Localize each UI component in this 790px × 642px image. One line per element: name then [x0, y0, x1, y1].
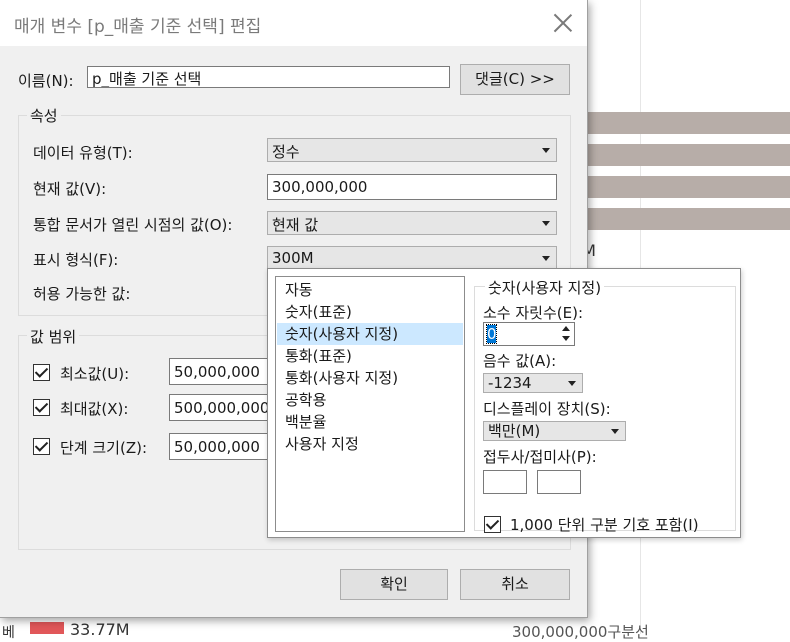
ok-button[interactable]: 확인	[340, 569, 448, 600]
min-label: 최소값(U):	[60, 365, 130, 383]
chevron-down-icon	[568, 381, 576, 386]
display-format-value: 300M	[272, 249, 314, 267]
list-item[interactable]: 자동	[277, 279, 463, 301]
allowable-values-label: 허용 가능한 값:	[33, 285, 131, 303]
chart-bar[interactable]	[588, 144, 790, 166]
custom-number-group: 숫자(사용자 지정) 소수 자릿수(E): 0 음수 값(A): -1234 디…	[474, 277, 736, 534]
max-checkbox[interactable]	[33, 399, 50, 416]
title-bar: 매개 변수 [p_매출 기준 선택] 편집	[0, 0, 587, 46]
workbook-open-select[interactable]: 현재 값	[267, 211, 557, 235]
list-item[interactable]: 숫자(표준)	[277, 301, 463, 323]
thousands-separator-label: 1,000 단위 구분 기호 포함(I)	[510, 516, 699, 534]
min-input[interactable]: 50,000,000	[169, 358, 279, 385]
negative-values-select[interactable]: -1234	[483, 373, 583, 393]
list-item[interactable]: 공학용	[277, 389, 463, 411]
list-item[interactable]: 통화(표준)	[277, 345, 463, 367]
display-format-label: 표시 형식(F):	[33, 251, 119, 269]
step-input[interactable]: 50,000,000	[169, 433, 279, 460]
negative-values-value: -1234	[488, 374, 532, 392]
name-label: 이름(N):	[18, 72, 74, 90]
cancel-button[interactable]: 취소	[460, 569, 570, 600]
legend-swatch	[30, 622, 64, 634]
chevron-down-icon	[542, 221, 550, 226]
negative-values-label: 음수 값(A):	[483, 352, 557, 370]
prefix-input[interactable]	[483, 470, 527, 494]
name-input[interactable]: p_매출 기준 선택	[87, 66, 450, 88]
max-label: 최대값(X):	[60, 400, 129, 418]
max-input[interactable]: 500,000,000	[169, 394, 279, 421]
display-format-select[interactable]: 300M	[267, 246, 557, 270]
display-unit-value: 백만(M)	[488, 422, 541, 440]
custom-number-group-title: 숫자(사용자 지정)	[485, 277, 605, 298]
format-type-list[interactable]: 자동 숫자(표준) 숫자(사용자 지정) 통화(표준) 통화(사용자 지정) 공…	[275, 276, 465, 532]
list-item-selected[interactable]: 숫자(사용자 지정)	[277, 323, 463, 345]
properties-group-title: 속성	[27, 105, 61, 126]
chevron-up-icon[interactable]	[562, 326, 570, 331]
range-group-title: 값 범위	[27, 326, 80, 347]
decimal-places-stepper[interactable]: 0	[483, 322, 575, 346]
prefix-suffix-label: 접두사/접미사(P):	[483, 448, 597, 466]
decimal-places-label: 소수 자릿수(E):	[483, 304, 584, 322]
comment-button[interactable]: 댓글(C) >>	[460, 64, 570, 95]
step-label: 단계 크기(Z):	[60, 439, 148, 457]
decimal-places-value[interactable]: 0	[486, 324, 497, 344]
data-type-value: 정수	[272, 143, 300, 161]
chevron-down-icon	[542, 256, 550, 261]
data-type-label: 데이터 유형(T):	[33, 144, 133, 162]
close-icon[interactable]	[550, 10, 576, 36]
chart-bar[interactable]	[588, 112, 790, 134]
suffix-input[interactable]	[537, 470, 581, 494]
min-checkbox[interactable]	[33, 364, 50, 381]
chevron-down-icon	[542, 148, 550, 153]
dialog-title: 매개 변수 [p_매출 기준 선택] 편집	[14, 17, 262, 37]
thousands-separator-checkbox[interactable]	[484, 516, 501, 533]
list-item[interactable]: 백분율	[277, 411, 463, 433]
workbook-open-label: 통합 문서가 열린 시점의 값(O):	[33, 216, 233, 234]
chart-bar[interactable]	[588, 176, 790, 198]
legend-value: 33.77M	[70, 620, 130, 639]
step-checkbox[interactable]	[33, 438, 50, 455]
chevron-down-icon	[611, 429, 619, 434]
current-value-label: 현재 값(V):	[33, 180, 107, 198]
current-value-input[interactable]: 300,000,000	[267, 174, 557, 200]
display-unit-select[interactable]: 백만(M)	[483, 421, 626, 441]
chevron-down-icon[interactable]	[562, 336, 570, 341]
data-type-select[interactable]: 정수	[267, 138, 557, 162]
list-item[interactable]: 사용자 지정	[277, 433, 463, 455]
legend-prefix: 베	[2, 625, 15, 641]
number-format-popup: 자동 숫자(표준) 숫자(사용자 지정) 통화(표준) 통화(사용자 지정) 공…	[267, 268, 741, 538]
list-item[interactable]: 통화(사용자 지정)	[277, 367, 463, 389]
reference-line-label: 300,000,000구분선	[512, 623, 649, 641]
workbook-open-value: 현재 값	[272, 216, 319, 234]
chart-bar[interactable]	[588, 208, 790, 230]
display-unit-label: 디스플레이 장치(S):	[483, 400, 611, 418]
spinner-buttons[interactable]	[559, 324, 573, 344]
